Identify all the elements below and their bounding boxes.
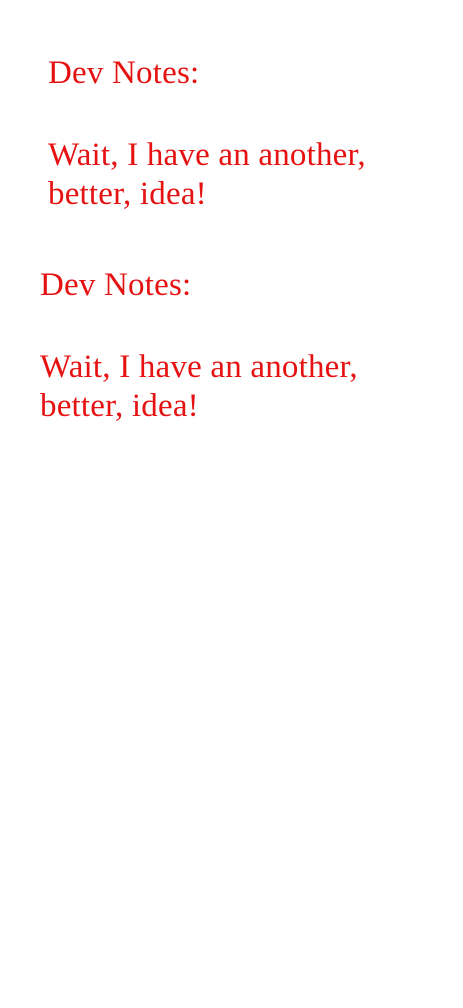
dev-note-block-1: Dev Notes: Wait, I have an another, bett…	[48, 54, 443, 214]
dev-note-message: Wait, I have an another, better, idea!	[48, 137, 366, 212]
dev-note-message: Wait, I have an another, better, idea!	[40, 349, 358, 424]
dev-note-heading: Dev Notes:	[40, 267, 192, 303]
dev-note-heading: Dev Notes:	[48, 55, 200, 91]
dev-note-block-2: Dev Notes: Wait, I have an another, bett…	[40, 266, 435, 426]
dev-notes-page: Dev Notes: Wait, I have an another, bett…	[0, 0, 463, 1008]
